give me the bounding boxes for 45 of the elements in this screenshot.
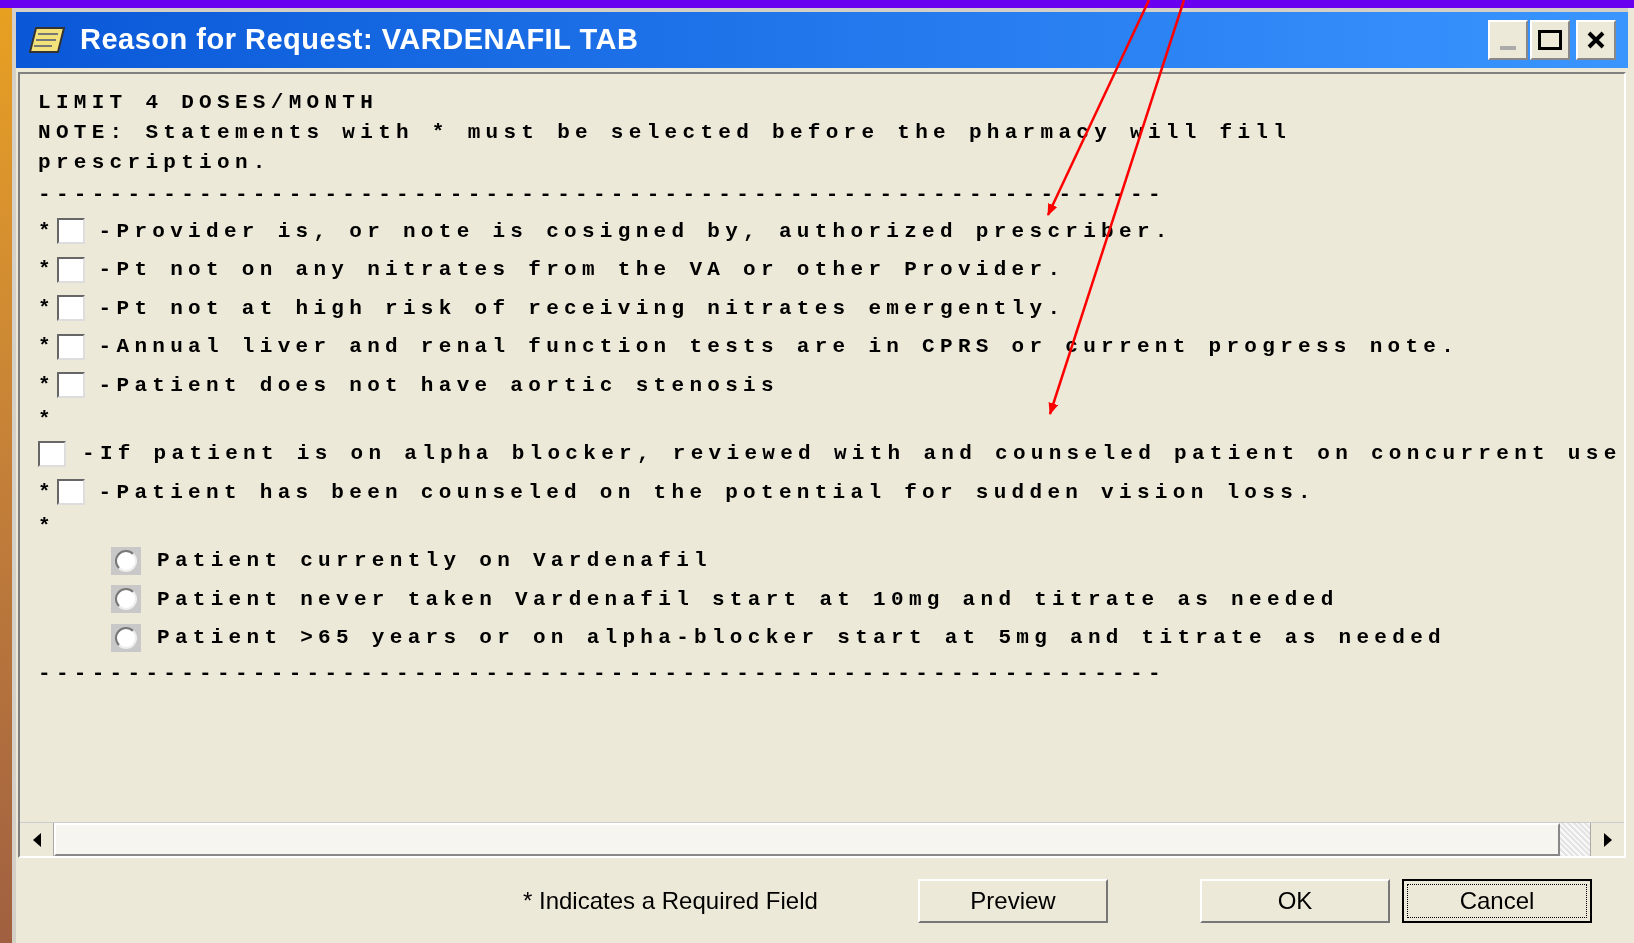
left-arrow-icon [32, 832, 41, 847]
required-marker: * [38, 295, 51, 322]
checkbox-label: -Patient does not have aortic stenosis [98, 372, 779, 399]
radio-button[interactable] [111, 546, 141, 575]
checkbox[interactable] [56, 256, 85, 283]
checkbox[interactable] [56, 333, 85, 360]
scroll-left-button[interactable] [20, 823, 54, 856]
radio-label: Patient never taken Vardenafil start at 10mg and titrate as needed [157, 586, 1339, 613]
checkbox[interactable] [56, 372, 85, 399]
maximize-icon [1538, 30, 1562, 50]
dialog-button[interactable]: Cancel [1402, 878, 1592, 923]
window-title: Reason for Request: VARDENAFIL TAB [80, 22, 640, 58]
checkbox[interactable] [56, 479, 85, 506]
notepad-icon [28, 24, 68, 56]
maximize-button[interactable] [1530, 20, 1570, 60]
checkbox-label: -Pt not on any nitrates from the VA or other Provider. [98, 257, 1066, 283]
dialog-button[interactable]: Preview [918, 878, 1108, 923]
text-line: * [38, 513, 56, 540]
minimize-icon [1500, 46, 1516, 50]
radio-button[interactable] [111, 623, 141, 652]
text-line: * [38, 406, 56, 433]
checkbox[interactable] [56, 218, 85, 245]
checkbox-label: -If patient is on alpha blocker, reviewed with and counseled patient on concurrent use [82, 441, 1622, 467]
required-marker: * [38, 479, 51, 506]
required-marker: * [38, 218, 51, 245]
right-arrow-icon [1603, 832, 1612, 847]
text-line: prescription. [38, 150, 271, 177]
radio-label: Patient >65 years or on alpha-blocker start at 5mg and titrate as needed [157, 625, 1446, 651]
dialog-button[interactable]: OK [1200, 878, 1390, 923]
dashed-rule: --------------------------------------------------------------- [38, 668, 1166, 680]
radio-button[interactable] [111, 585, 141, 614]
required-marker: * [38, 334, 51, 360]
checkbox[interactable] [56, 295, 85, 322]
close-button[interactable] [1576, 20, 1616, 60]
scrollbar-track [1560, 823, 1590, 856]
required-marker: * [38, 372, 51, 399]
radio-label: Patient currently on Vardenafil [157, 548, 712, 574]
text-line: LIMIT 4 DOSES/MONTH [38, 90, 379, 117]
checkbox-label: -Pt not at high risk of receiving nitrates emergently. [98, 295, 1066, 322]
required-marker: * [38, 257, 51, 283]
checkbox-label: -Patient has been counseled on the potential for sudden vision loss. [98, 479, 1316, 506]
required-field-note: * Indicates a Required Field [523, 885, 819, 916]
scroll-right-button[interactable] [1590, 823, 1624, 856]
checkbox[interactable] [38, 440, 66, 467]
close-icon [1586, 30, 1606, 50]
